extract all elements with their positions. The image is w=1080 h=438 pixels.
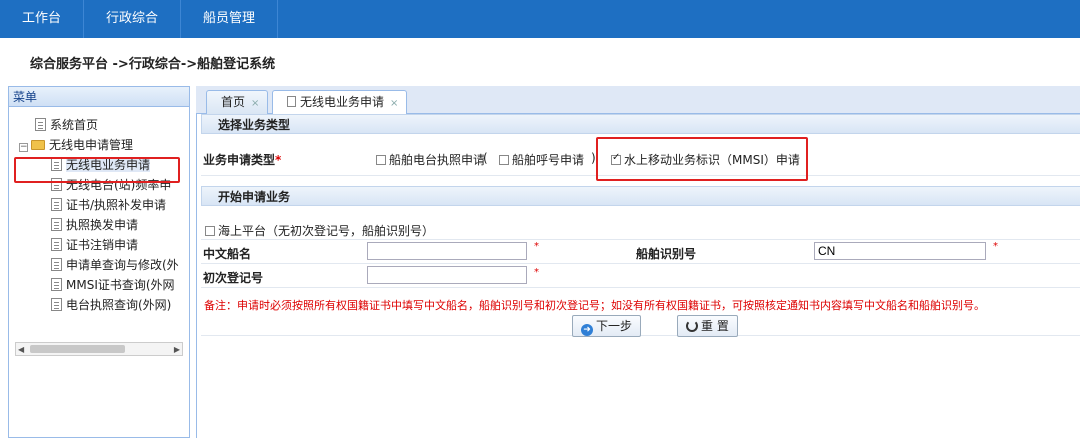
document-icon — [51, 178, 62, 191]
reset-button[interactable]: 重 置 — [677, 315, 738, 337]
sidebar-item-station-frequency[interactable]: 无线电台(站)频率申 — [9, 175, 189, 195]
sidebar-item-application-query[interactable]: 申请单查询与修改(外 — [9, 255, 189, 275]
checkbox-mmsi[interactable] — [611, 152, 621, 165]
document-icon — [51, 218, 62, 231]
option-station-license[interactable]: 船舶电台执照申请 — [376, 151, 485, 168]
sidebar-item-certificate-cancel[interactable]: 证书注销申请 — [9, 235, 189, 255]
note-text: 备注：申请时必须按照所有权国籍证书中填写中文船名，船舶识别号和初次登记号；如没有… — [204, 299, 985, 312]
option-offshore-platform[interactable]: 海上平台（无初次登记号，船舶识别号） — [205, 222, 434, 239]
content-tab-bar: 首页 × 无线电业务申请 × — [196, 86, 1080, 115]
close-icon[interactable]: × — [251, 98, 259, 109]
arrow-right-icon: ➜ — [581, 324, 593, 336]
menu-panel: 菜单 系统首页 − 无线电申请管理 无线电业务申请 无线电台(站)频率申 证书/执… — [8, 86, 190, 438]
chinese-name-label: 中文船名 — [203, 247, 252, 261]
document-icon — [51, 298, 62, 311]
sidebar-item-license-renewal[interactable]: 执照换发申请 — [9, 215, 189, 235]
content-area: 选择业务类型 业务申请类型* 船舶电台执照申请 ( 船舶呼号申请 ) 水上移动业… — [196, 114, 1080, 438]
nav-tab-admin[interactable]: 行政综合 — [84, 0, 182, 38]
tab-radio-business-application[interactable]: 无线电业务申请 × — [272, 90, 408, 115]
tab-home-label: 首页 — [221, 95, 246, 109]
sidebar-item-mmsi-query[interactable]: MMSI证书查询(外网 — [9, 275, 189, 295]
business-type-row: 业务申请类型* 船舶电台执照申请 ( 船舶呼号申请 ) 水上移动业务标识（MMS… — [201, 142, 1080, 176]
paren-open: ( — [483, 151, 488, 165]
initial-reg-row: 初次登记号 * — [201, 264, 1080, 288]
checkbox-call-sign[interactable] — [499, 155, 509, 165]
chinese-name-input[interactable] — [367, 242, 527, 260]
option-station-license-label: 船舶电台执照申请 — [389, 153, 486, 167]
sidebar-item-radio-business-application[interactable]: 无线电业务申请 — [9, 155, 189, 175]
menu-horizontal-scrollbar[interactable]: ◀ ▶ — [15, 342, 183, 356]
sidebar-item-certificate-reissue[interactable]: 证书/执照补发申请 — [9, 195, 189, 215]
breadcrumb: 综合服务平台 ->行政综合->船舶登记系统 — [30, 57, 276, 72]
sidebar-item-home[interactable]: 系统首页 — [9, 115, 189, 135]
menu-tree: 系统首页 − 无线电申请管理 无线电业务申请 无线电台(站)频率申 证书/执照补发… — [9, 107, 189, 315]
document-icon — [51, 238, 62, 251]
business-type-label: 业务申请类型* — [203, 151, 281, 168]
required-mark: * — [275, 153, 282, 167]
document-icon — [287, 96, 296, 107]
checkbox-offshore-platform[interactable] — [205, 226, 215, 236]
next-step-label: 下一步 — [596, 319, 633, 333]
scrollbar-thumb[interactable] — [30, 345, 125, 353]
folder-open-icon — [31, 140, 45, 150]
refresh-icon — [686, 320, 698, 332]
nav-tab-workbench[interactable]: 工作台 — [0, 0, 85, 38]
nav-tab-crew[interactable]: 船员管理 — [181, 0, 279, 38]
tab-home[interactable]: 首页 × — [206, 90, 269, 114]
document-icon — [51, 158, 62, 171]
business-type-label-text: 业务申请类型 — [203, 153, 276, 167]
paren-close: ) — [591, 151, 596, 165]
ship-id-label: 船舶识别号 — [636, 247, 697, 261]
collapse-icon[interactable]: − — [19, 143, 28, 152]
next-step-button[interactable]: ➜ 下一步 — [572, 315, 642, 337]
document-icon — [35, 118, 46, 131]
option-call-sign[interactable]: 船舶呼号申请 — [499, 151, 584, 168]
ship-id-input[interactable] — [814, 242, 986, 260]
checkbox-station-license[interactable] — [376, 155, 386, 165]
offshore-label: 海上平台（无初次登记号，船舶识别号） — [218, 224, 435, 238]
initial-reg-label: 初次登记号 — [203, 271, 264, 285]
option-call-sign-label: 船舶呼号申请 — [512, 153, 585, 167]
tab-radio-label: 无线电业务申请 — [300, 95, 385, 109]
scroll-right-icon[interactable]: ▶ — [174, 345, 180, 354]
required-mark: * — [534, 267, 539, 278]
scroll-left-icon[interactable]: ◀ — [18, 345, 24, 354]
reset-label: 重 置 — [701, 319, 729, 333]
required-mark: * — [534, 241, 539, 252]
ship-name-row: 中文船名 * 船舶识别号 * — [201, 240, 1080, 264]
top-nav: 工作台 行政综合 船员管理 — [0, 0, 1080, 38]
offshore-row: 海上平台（无初次登记号，船舶识别号） — [201, 218, 1080, 240]
section-header-business-type: 选择业务类型 — [201, 114, 1080, 134]
option-mmsi-label: 水上移动业务标识（MMSI）申请 — [624, 153, 800, 167]
close-icon[interactable]: × — [390, 98, 398, 109]
document-icon — [51, 278, 62, 291]
option-mmsi[interactable]: 水上移动业务标识（MMSI）申请 — [611, 151, 800, 168]
required-mark: * — [993, 241, 998, 252]
sidebar-item-station-license-query[interactable]: 电台执照查询(外网) — [9, 295, 189, 315]
menu-panel-title: 菜单 — [9, 87, 189, 107]
initial-reg-input[interactable] — [367, 266, 527, 284]
section-header-start-application: 开始申请业务 — [201, 186, 1080, 206]
document-icon — [51, 258, 62, 271]
document-icon — [51, 198, 62, 211]
sidebar-folder-radio-management[interactable]: − 无线电申请管理 — [9, 135, 189, 155]
